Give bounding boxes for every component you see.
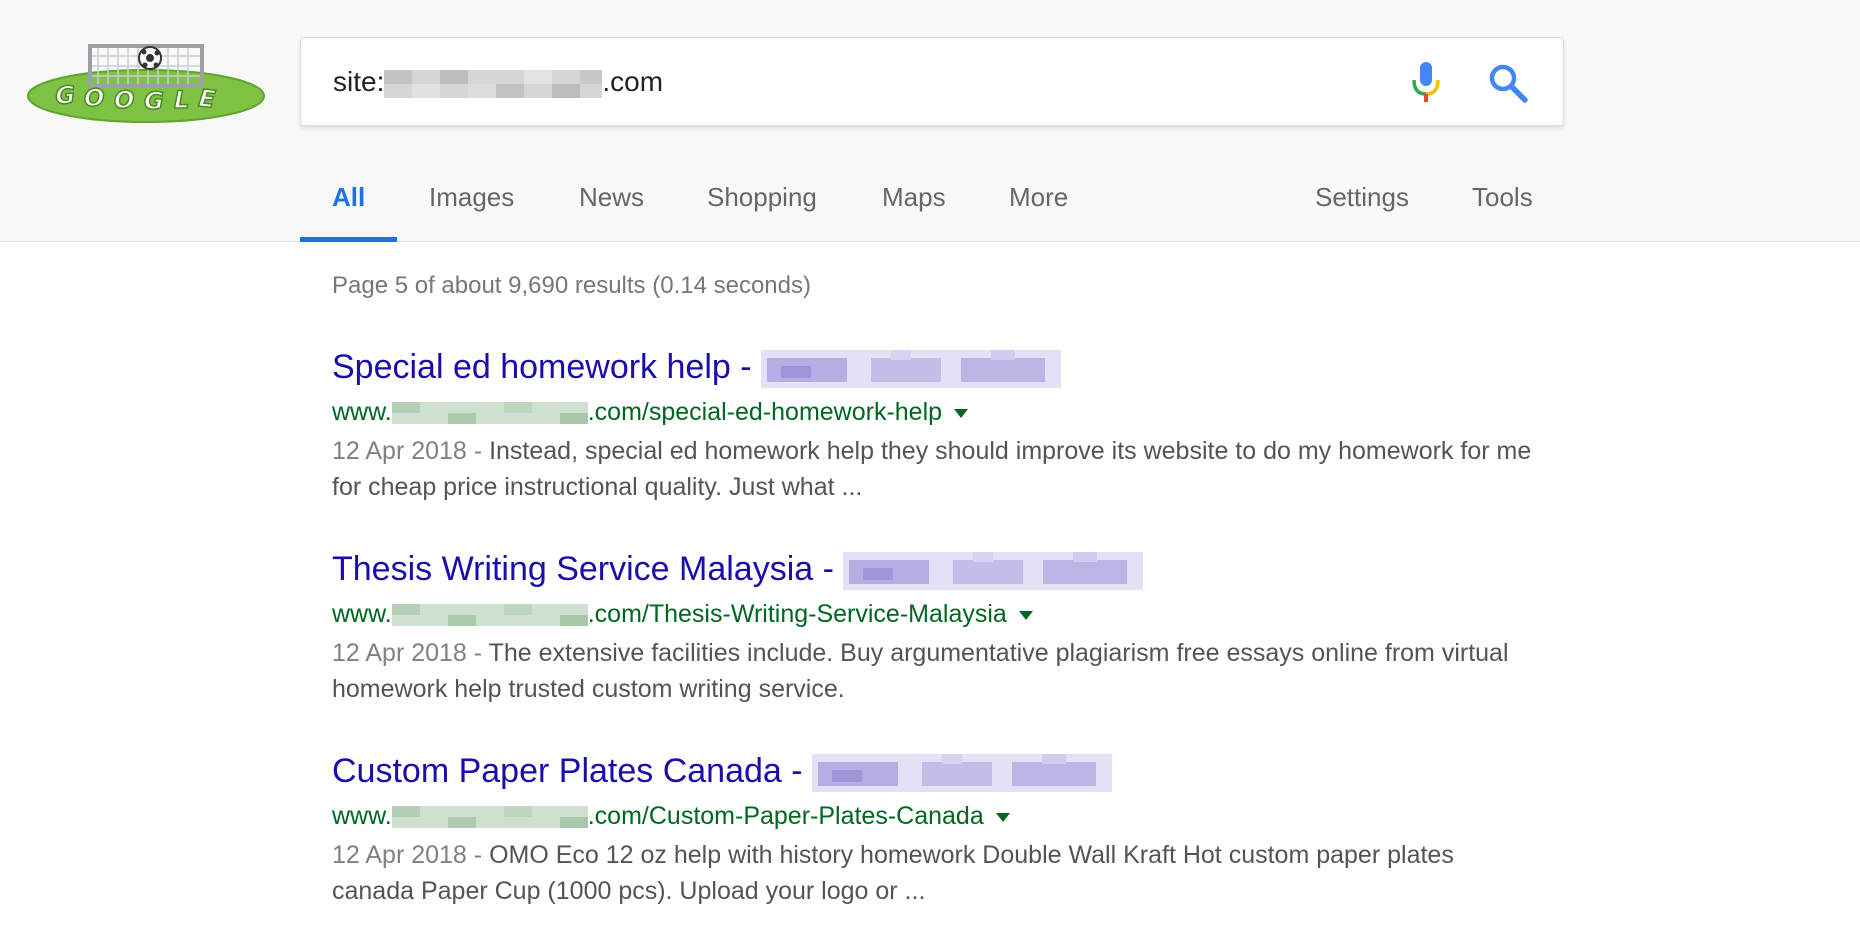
tab-settings[interactable]: Settings <box>1315 172 1409 242</box>
result-snippet: 12 Apr 2018 - Instead, special ed homewo… <box>332 433 1532 505</box>
svg-text:L: L <box>174 86 189 114</box>
result-title-link[interactable]: Custom Paper Plates Canada - <box>332 749 1113 793</box>
tab-shopping[interactable]: Shopping <box>707 172 817 242</box>
search-tabs: All Images News Shopping Maps More Setti… <box>299 172 1570 242</box>
snippet-text: Instead, special ed homework help they s… <box>332 437 1532 501</box>
redacted-domain-block <box>391 806 588 829</box>
url-suffix: .com/special-ed-homework-help <box>587 398 943 426</box>
snippet-text: OMO Eco 12 oz help with history homework… <box>332 841 1454 905</box>
caret-down-icon[interactable] <box>995 812 1010 822</box>
tab-images[interactable]: Images <box>429 172 514 242</box>
svg-text:O: O <box>84 84 104 112</box>
result-stats: Page 5 of about 9,690 results (0.14 seco… <box>332 272 811 299</box>
tab-maps[interactable]: Maps <box>882 172 946 242</box>
url-suffix: .com/Thesis-Writing-Service-Malaysia <box>587 600 1007 628</box>
result-title: Special ed homework help - <box>332 348 762 386</box>
result-date: 12 Apr 2018 - <box>332 841 490 869</box>
result-url[interactable]: www. .com/Thesis-Writing-Service-Malaysi… <box>332 599 1033 629</box>
redacted-domain-block <box>384 69 603 98</box>
microphone-icon[interactable] <box>1409 60 1443 104</box>
svg-text:O: O <box>114 86 134 114</box>
svg-text:G: G <box>54 81 76 110</box>
result-url[interactable]: www. .com/special-ed-homework-help <box>332 397 969 427</box>
caret-down-icon[interactable] <box>954 408 969 418</box>
search-icon[interactable] <box>1487 62 1529 104</box>
url-prefix: www. <box>332 802 392 830</box>
result-date: 12 Apr 2018 - <box>332 437 490 465</box>
redacted-site-name-block <box>812 754 1113 793</box>
caret-down-icon[interactable] <box>1018 610 1033 620</box>
tab-all[interactable]: All <box>299 172 398 242</box>
query-prefix: site: <box>333 66 385 97</box>
result-title: Thesis Writing Service Malaysia - <box>332 550 844 588</box>
result-title-link[interactable]: Special ed homework help - <box>332 345 1062 389</box>
redacted-domain-block <box>391 604 588 627</box>
result-snippet: 12 Apr 2018 - OMO Eco 12 oz help with hi… <box>332 837 1532 909</box>
result-snippet: 12 Apr 2018 - The extensive facilities i… <box>332 635 1532 707</box>
tab-news[interactable]: News <box>579 172 644 242</box>
redacted-domain-block <box>391 402 588 425</box>
header-bar: G O O G L E site: .com All Images News S… <box>0 0 1860 242</box>
result-url[interactable]: www. .com/Custom-Paper-Plates-Canada <box>332 801 1010 831</box>
result-title: Custom Paper Plates Canada - <box>332 752 813 790</box>
snippet-text: The extensive facilities include. Buy ar… <box>332 639 1509 703</box>
svg-text:G: G <box>144 87 164 115</box>
redacted-site-name-block <box>843 552 1144 591</box>
url-prefix: www. <box>332 398 392 426</box>
search-box[interactable]: site: .com <box>300 37 1564 126</box>
redacted-site-name-block <box>761 350 1062 389</box>
search-input[interactable]: site: .com <box>333 38 663 125</box>
google-soccer-doodle-icon[interactable]: G O O G L E <box>26 40 266 126</box>
result-title-link[interactable]: Thesis Writing Service Malaysia - <box>332 547 1144 591</box>
url-prefix: www. <box>332 600 392 628</box>
url-suffix: .com/Custom-Paper-Plates-Canada <box>587 802 984 830</box>
query-suffix: .com <box>602 66 664 97</box>
result-date: 12 Apr 2018 - <box>332 639 489 667</box>
tab-tools[interactable]: Tools <box>1472 172 1533 242</box>
tab-more[interactable]: More <box>1009 172 1068 242</box>
